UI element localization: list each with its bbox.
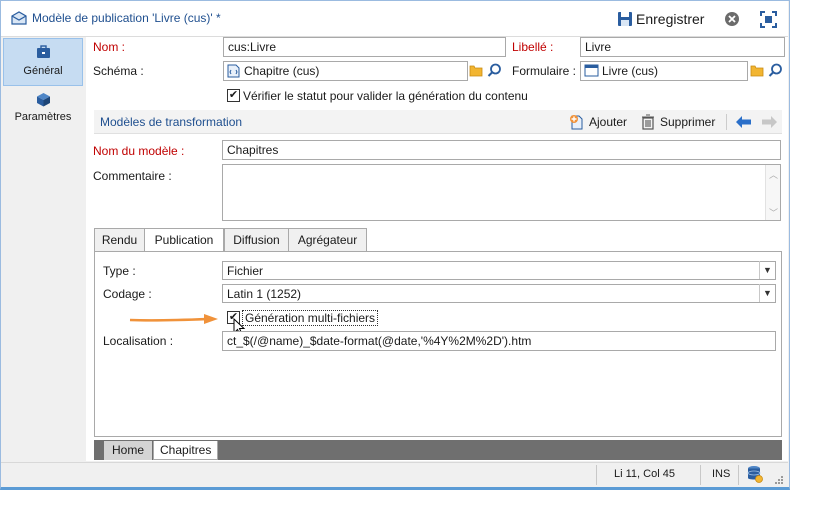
add-button[interactable]: Ajouter	[568, 112, 632, 132]
toolbar-divider	[726, 114, 727, 130]
maximize-icon[interactable]	[760, 11, 777, 28]
delete-label: Supprimer	[660, 115, 716, 129]
database-icon	[747, 466, 763, 483]
bottom-tab-home[interactable]: Home	[104, 441, 152, 460]
folder-icon[interactable]	[469, 64, 483, 77]
tab-agregateur[interactable]: Agrégateur	[288, 228, 367, 251]
sidebar-item-parameters[interactable]: Paramètres	[3, 88, 83, 136]
scroll-down-icon[interactable]: ﹀	[769, 206, 778, 219]
orange-arrow-annotation	[129, 314, 218, 324]
tab-rendu[interactable]: Rendu	[94, 228, 145, 251]
schema-label: Schéma :	[93, 64, 144, 78]
comment-textarea[interactable]	[222, 164, 781, 221]
form-window-icon	[584, 64, 599, 77]
section-title: Modèles de transformation	[100, 115, 243, 129]
codage-select[interactable]: Latin 1 (1252)	[222, 284, 776, 303]
bottom-tab-chapitres[interactable]: Chapitres	[153, 441, 218, 460]
localisation-input[interactable]: ct_$(/@name)_$date-format(@date,'%4Y%2M%…	[222, 331, 776, 351]
chevron-down-icon[interactable]: ▼	[759, 284, 775, 302]
save-button[interactable]: Enregistrer	[615, 8, 707, 30]
add-document-icon	[570, 115, 583, 130]
save-label: Enregistrer	[636, 11, 705, 27]
trash-icon	[642, 114, 654, 130]
comment-label: Commentaire :	[93, 169, 172, 183]
search-icon[interactable]	[487, 63, 502, 78]
type-select[interactable]: Fichier	[222, 261, 776, 280]
libelle-input[interactable]: Livre	[580, 37, 785, 57]
status-divider	[700, 465, 701, 485]
schema-icon	[227, 64, 240, 78]
comment-scrollbar[interactable]: ︿ ﹀	[765, 165, 780, 220]
formulaire-input[interactable]: Livre (cus)	[580, 61, 748, 81]
formulaire-label: Formulaire :	[512, 64, 577, 78]
libelle-label: Libellé :	[512, 40, 554, 54]
model-name-input[interactable]: Chapitres	[222, 140, 781, 160]
folder-icon[interactable]	[750, 64, 764, 77]
model-name-label: Nom du modèle :	[93, 144, 185, 158]
scroll-up-icon[interactable]: ︿	[769, 168, 778, 181]
type-label: Type :	[103, 264, 136, 278]
tab-publication[interactable]: Publication	[144, 228, 224, 252]
search-icon[interactable]	[768, 63, 783, 78]
codage-label: Codage :	[103, 287, 152, 301]
insert-mode: INS	[712, 468, 731, 480]
multi-files-label: Génération multi-fichiers	[242, 310, 379, 326]
status-divider	[738, 465, 739, 485]
sidebar-item-label: Général	[23, 65, 63, 77]
nom-label: Nom :	[93, 40, 126, 54]
floppy-disk-icon	[618, 12, 632, 26]
tab-diffusion[interactable]: Diffusion	[224, 228, 289, 251]
arrow-right-icon[interactable]	[761, 115, 778, 129]
localisation-label: Localisation :	[103, 334, 174, 348]
resize-grip-icon[interactable]	[774, 475, 784, 485]
chevron-down-icon[interactable]: ▼	[759, 261, 775, 279]
status-divider	[596, 465, 597, 485]
schema-input[interactable]: Chapitre (cus)	[223, 61, 468, 81]
window-title: Modèle de publication 'Livre (cus)' *	[32, 11, 221, 25]
close-circle-icon[interactable]	[724, 11, 740, 27]
briefcase-icon	[37, 45, 50, 58]
sidebar-item-general[interactable]: Général	[3, 38, 83, 86]
delete-button[interactable]: Supprimer	[640, 112, 720, 132]
cube-icon	[37, 93, 50, 107]
nom-input[interactable]: cus:Livre	[223, 37, 506, 57]
envelope-icon	[11, 11, 27, 25]
sidebar-item-label: Paramètres	[14, 111, 72, 123]
add-label: Ajouter	[589, 115, 628, 129]
arrow-left-icon[interactable]	[735, 115, 752, 129]
verify-status-label: Vérifier le statut pour valider la génér…	[243, 89, 528, 103]
cursor-position: Li 11, Col 45	[614, 468, 675, 480]
verify-status-checkbox[interactable]: ✔	[227, 89, 240, 102]
